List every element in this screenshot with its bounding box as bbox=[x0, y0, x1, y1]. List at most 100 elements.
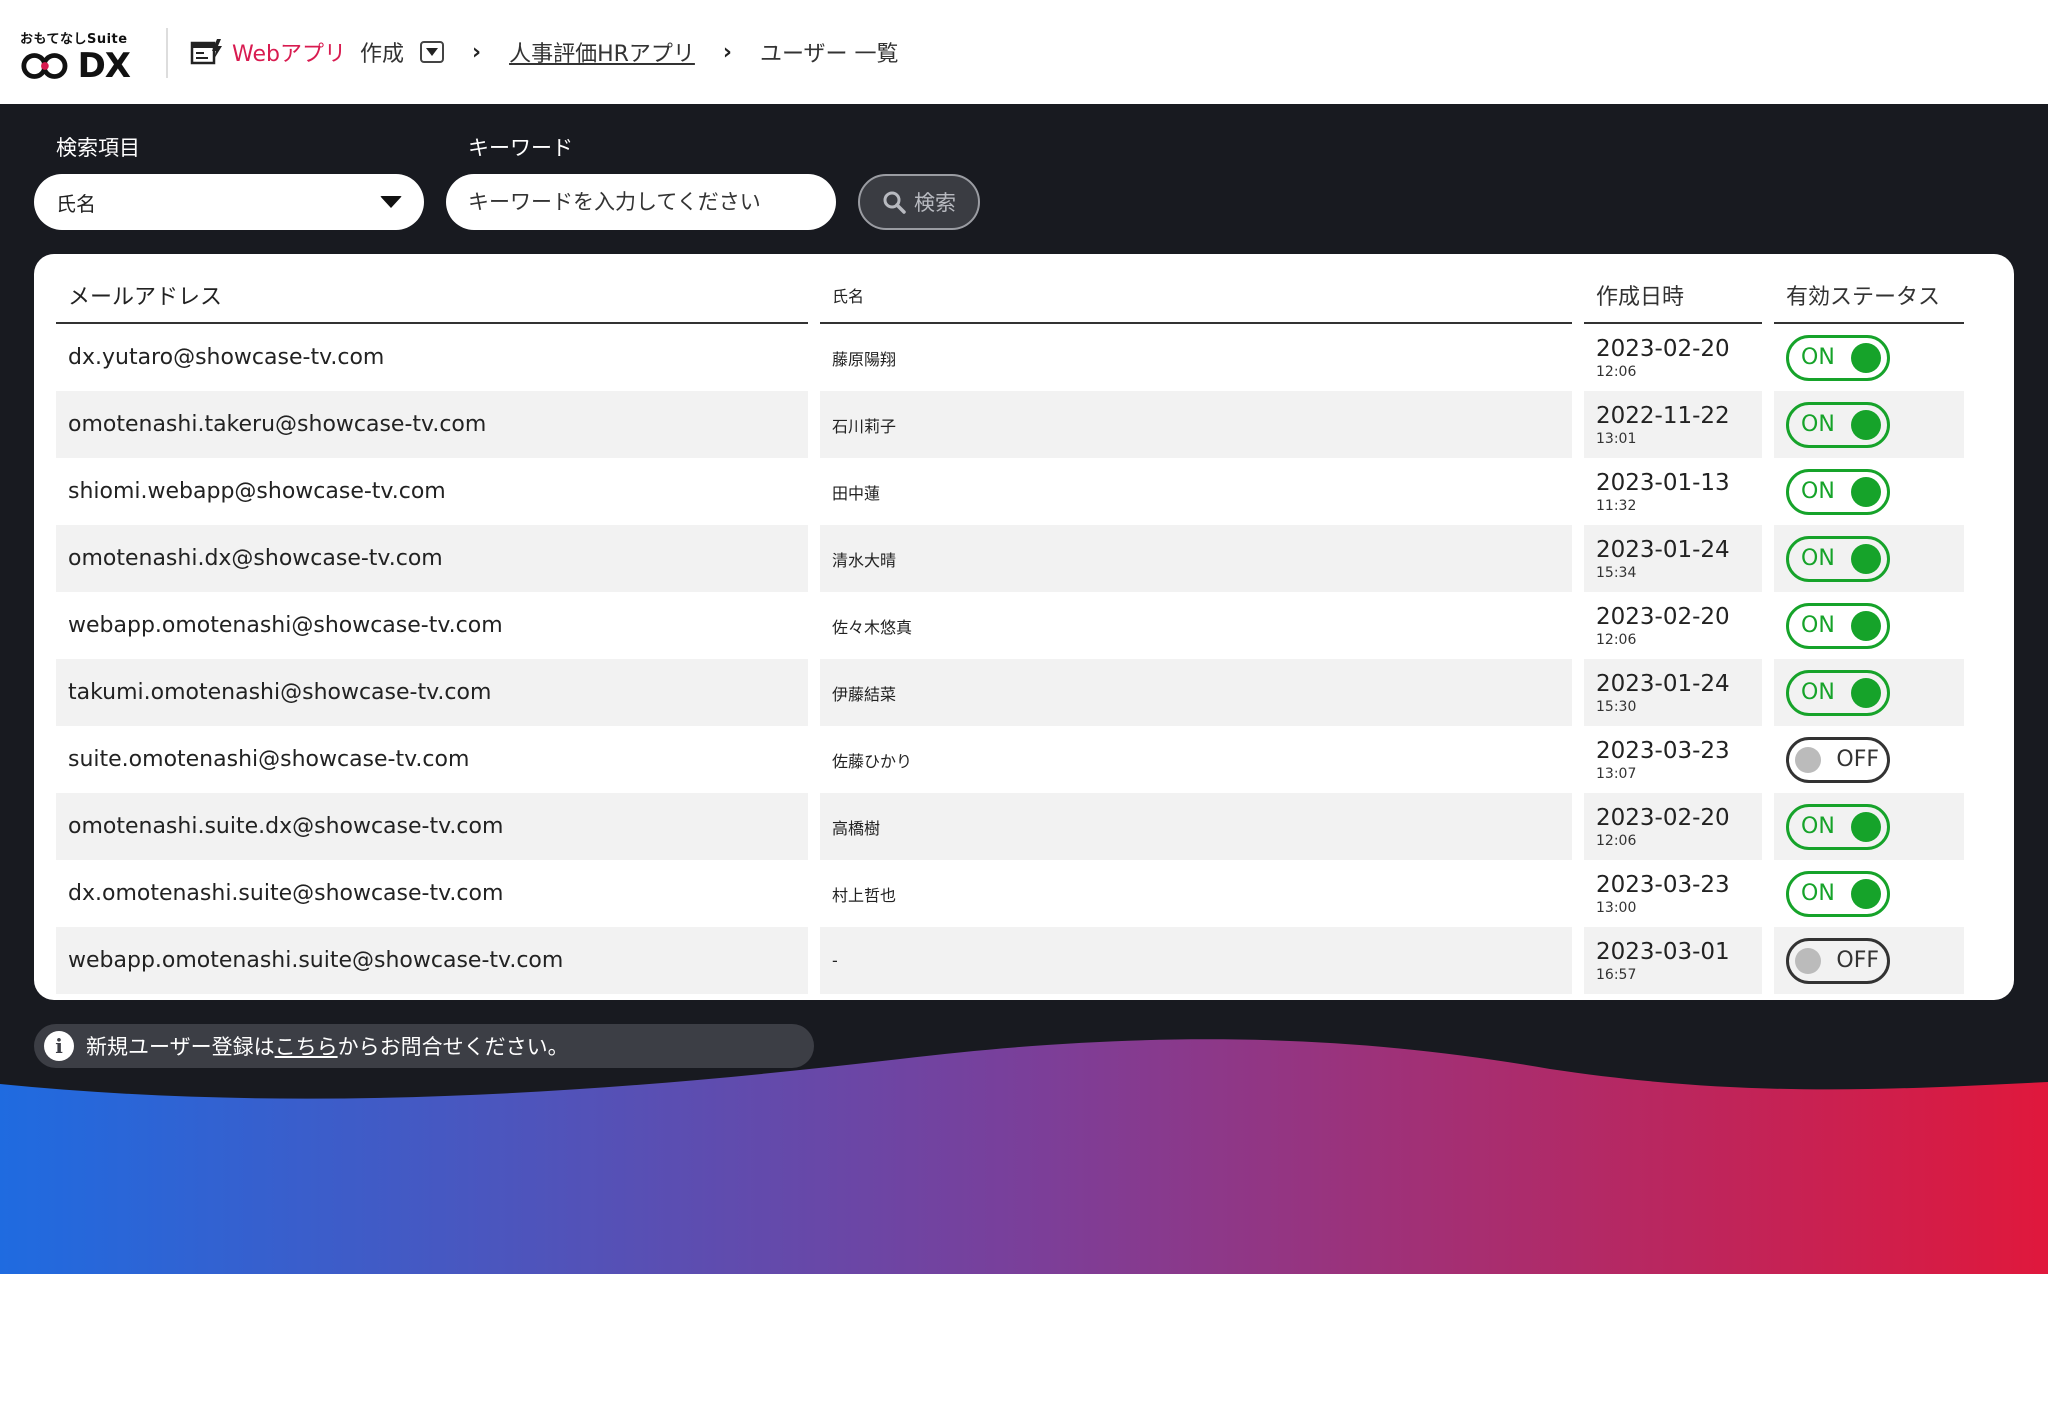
logo[interactable]: おもてなしSuite DX bbox=[20, 28, 131, 83]
keyword-label: キーワード bbox=[468, 136, 573, 160]
cell-name: 藤原陽翔 bbox=[832, 349, 897, 369]
created-date: 2023-01-24 bbox=[1596, 670, 1730, 697]
breadcrumb-web-label: Webアプリ bbox=[232, 42, 346, 67]
status-toggle[interactable]: ON bbox=[1786, 602, 1890, 649]
cell-email: omotenashi.takeru@showcase-tv.com bbox=[56, 391, 808, 458]
breadcrumb-webapp-create[interactable]: Webアプリ 作成 bbox=[190, 36, 444, 68]
toggle-label: ON bbox=[1801, 680, 1835, 705]
created-date: 2023-02-20 bbox=[1596, 603, 1730, 630]
cell-status: OFF bbox=[1774, 927, 1964, 994]
created-date: 2023-03-23 bbox=[1596, 737, 1730, 764]
contact-link[interactable]: こちら bbox=[275, 1031, 338, 1061]
caret-down-icon bbox=[425, 48, 438, 56]
breadcrumb-dropdown-button[interactable] bbox=[419, 41, 444, 63]
search-icon bbox=[883, 191, 906, 214]
notice-text-before: 新規ユーザー登録は bbox=[86, 1035, 275, 1059]
cell-status: ON bbox=[1774, 860, 1964, 927]
table-row[interactable]: shiomi.webapp@showcase-tv.com 田中蓮 2023-01-… bbox=[56, 458, 1964, 525]
cell-created: 2023-02-20 12:06 bbox=[1584, 592, 1762, 659]
created-time: 13:01 bbox=[1596, 430, 1637, 447]
cell-status: ON bbox=[1774, 793, 1964, 860]
cell-created: 2023-03-23 13:07 bbox=[1584, 726, 1762, 793]
toggle-label: ON bbox=[1801, 613, 1835, 638]
toggle-knob bbox=[1851, 878, 1881, 909]
cell-name: 村上哲也 bbox=[832, 885, 897, 905]
chevron-right-icon: › bbox=[722, 39, 732, 65]
created-date: 2023-03-23 bbox=[1596, 871, 1730, 898]
cell-email: shiomi.webapp@showcase-tv.com bbox=[68, 479, 446, 504]
cell-created: 2023-01-24 15:34 bbox=[1584, 525, 1762, 592]
cell-email: dx.yutaro@showcase-tv.com bbox=[68, 345, 385, 370]
table-row[interactable]: omotenashi.takeru@showcase-tv.com 石川莉子 202… bbox=[56, 391, 1964, 458]
status-toggle[interactable]: ON bbox=[1786, 803, 1890, 850]
status-toggle[interactable]: ON bbox=[1786, 870, 1890, 917]
breadcrumb: Webアプリ 作成 › 人事評価HRアプリ › ユーザー 一覧 bbox=[190, 32, 899, 72]
created-time: 13:00 bbox=[1596, 899, 1637, 916]
cell-email: omotenashi.suite.dx@showcase-tv.com bbox=[56, 793, 808, 860]
keyword-input[interactable] bbox=[446, 174, 836, 230]
chevron-right-icon: › bbox=[471, 39, 482, 65]
column-header-name[interactable]: 氏名 bbox=[820, 268, 1572, 324]
toggle-label: ON bbox=[1801, 345, 1835, 370]
created-time: 12:06 bbox=[1596, 363, 1637, 380]
notice-text-after: からお問合せください。 bbox=[337, 1035, 569, 1059]
created-time: 11:32 bbox=[1596, 497, 1637, 514]
created-time: 15:30 bbox=[1596, 698, 1637, 715]
status-toggle[interactable]: ON bbox=[1786, 334, 1890, 381]
status-toggle[interactable]: ON bbox=[1786, 401, 1890, 448]
cell-name: 石川莉子 bbox=[820, 391, 1572, 458]
search-field-value: 氏名 bbox=[56, 191, 96, 216]
table-row[interactable]: suite.omotenashi@showcase-tv.com 佐藤ひかり 202… bbox=[56, 726, 1964, 793]
search-button-label: 検索 bbox=[914, 191, 956, 215]
cell-created: 2023-03-23 13:00 bbox=[1584, 860, 1762, 927]
table-row[interactable]: webapp.omotenashi.suite@showcase-tv.com -… bbox=[56, 927, 1964, 994]
column-header-status[interactable]: 有効ステータス bbox=[1774, 268, 1964, 324]
breadcrumb-hr-app-link[interactable]: 人事評価HRアプリ bbox=[509, 36, 695, 68]
logo-top-text: おもてなしSuite bbox=[20, 32, 128, 47]
toggle-label: ON bbox=[1801, 814, 1835, 839]
cell-status: ON bbox=[1774, 659, 1964, 726]
created-date: 2023-02-20 bbox=[1596, 804, 1730, 831]
created-time: 15:34 bbox=[1596, 564, 1637, 581]
search-field-label: 検索項目 bbox=[56, 136, 140, 160]
table-row[interactable]: dx.yutaro@showcase-tv.com 藤原陽翔 2023-02-20 1… bbox=[56, 324, 1964, 391]
cell-created: 2023-03-01 16:57 bbox=[1584, 927, 1762, 994]
cell-email: omotenashi.dx@showcase-tv.com bbox=[56, 525, 808, 592]
created-date: 2022-11-22 bbox=[1596, 402, 1730, 429]
status-toggle[interactable]: OFF bbox=[1786, 937, 1890, 984]
status-toggle[interactable]: ON bbox=[1786, 468, 1890, 515]
cell-status: ON bbox=[1774, 391, 1964, 458]
column-header-created[interactable]: 作成日時 bbox=[1584, 268, 1762, 324]
created-date: 2023-01-13 bbox=[1596, 469, 1730, 496]
toggle-knob bbox=[1851, 476, 1881, 507]
created-time: 16:57 bbox=[1596, 966, 1637, 983]
toggle-knob bbox=[1851, 543, 1881, 574]
table-header-row: メールアドレス 氏名 作成日時 有効ステータス bbox=[56, 268, 1964, 324]
table-row[interactable]: webapp.omotenashi@showcase-tv.com 佐々木悠真 20… bbox=[56, 592, 1964, 659]
status-toggle[interactable]: ON bbox=[1786, 535, 1890, 582]
table-row[interactable]: omotenashi.suite.dx@showcase-tv.com 高橋樹 20… bbox=[56, 793, 1964, 860]
column-header-email[interactable]: メールアドレス bbox=[56, 268, 808, 324]
cell-name: 佐々木悠真 bbox=[832, 617, 913, 637]
user-table-card: メールアドレス 氏名 作成日時 有効ステータス dx.yutaro@showca… bbox=[34, 254, 2014, 1000]
cell-name: - bbox=[820, 927, 1572, 994]
cell-name: 伊藤結菜 bbox=[820, 659, 1572, 726]
created-time: 12:06 bbox=[1596, 832, 1637, 849]
search-field-select[interactable]: 氏名 bbox=[34, 174, 424, 230]
cell-created: 2022-11-22 13:01 bbox=[1584, 391, 1762, 458]
toggle-knob bbox=[1795, 746, 1821, 773]
search-button[interactable]: 検索 bbox=[858, 174, 980, 230]
toggle-knob bbox=[1851, 610, 1881, 641]
status-toggle[interactable]: ON bbox=[1786, 669, 1890, 716]
infinity-logo-icon bbox=[21, 53, 68, 79]
table-row[interactable]: omotenashi.dx@showcase-tv.com 清水大晴 2023-01… bbox=[56, 525, 1964, 592]
created-date: 2023-02-20 bbox=[1596, 335, 1730, 362]
created-time: 13:07 bbox=[1596, 765, 1637, 782]
new-user-notice: i 新規ユーザー登録は こちら からお問合せください。 bbox=[34, 1024, 814, 1068]
cell-status: ON bbox=[1774, 458, 1964, 525]
table-row[interactable]: takumi.omotenashi@showcase-tv.com 伊藤結菜 202… bbox=[56, 659, 1964, 726]
table-row[interactable]: dx.omotenashi.suite@showcase-tv.com 村上哲也 2… bbox=[56, 860, 1964, 927]
cell-status: ON bbox=[1774, 525, 1964, 592]
toggle-knob bbox=[1851, 811, 1881, 842]
status-toggle[interactable]: OFF bbox=[1786, 736, 1890, 783]
